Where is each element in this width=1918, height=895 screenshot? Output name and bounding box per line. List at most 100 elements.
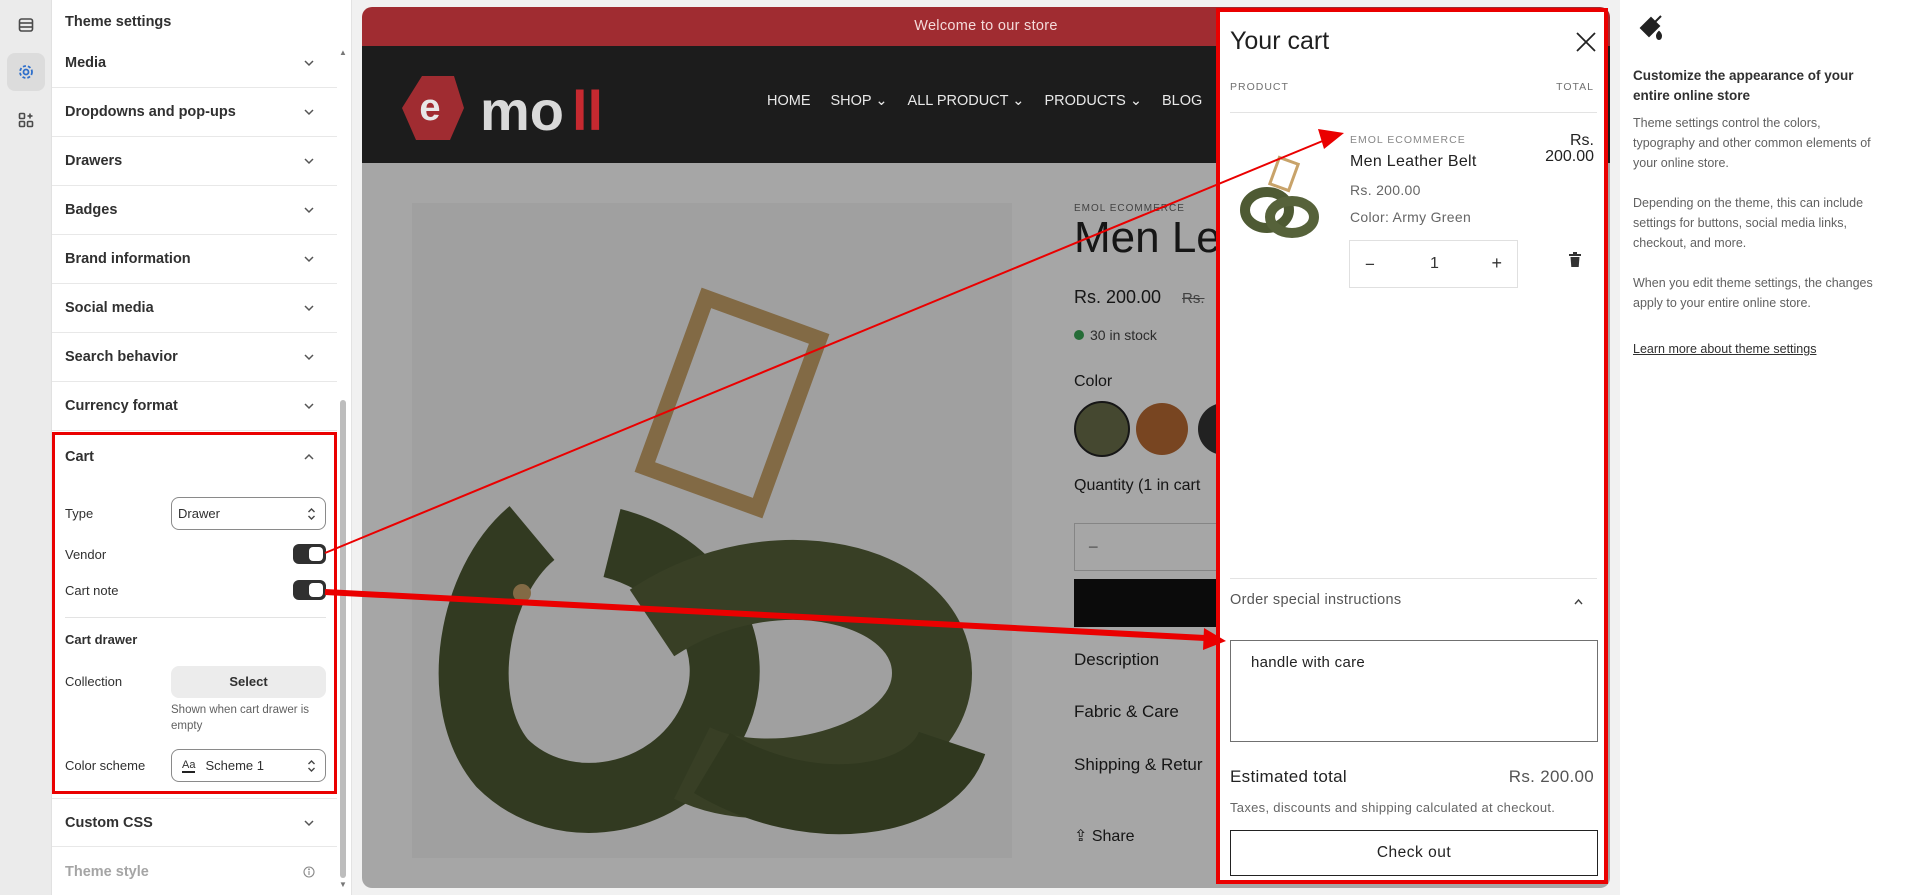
accordion-label: Brand information (65, 251, 191, 267)
cart-drawer-heading: Cart drawer (65, 632, 138, 647)
accordion-search-behavior[interactable]: Search behavior (52, 333, 337, 382)
info-paragraph-2: Depending on the theme, this can include… (1633, 196, 1864, 250)
scroll-down-arrow[interactable]: ▼ (339, 880, 347, 889)
accordion-label: Drawers (65, 153, 123, 169)
chevron-down-icon (304, 403, 314, 410)
estimated-total-value: Rs. 200.00 (1508, 767, 1594, 786)
apps-icon[interactable] (7, 101, 45, 139)
color-scheme-select[interactable]: Aa Scheme 1 (171, 749, 326, 782)
column-product: PRODUCT (1230, 81, 1289, 93)
color-scheme-label: Color scheme (65, 758, 146, 773)
info-panel: Customize the appearance of your entire … (1620, 0, 1918, 895)
close-icon[interactable] (1575, 31, 1597, 53)
cart-item-color: Color: Army Green (1350, 209, 1472, 225)
collection-label: Collection (65, 674, 123, 689)
sections-icon[interactable] (7, 6, 45, 44)
nav-home[interactable]: HOME (767, 93, 811, 109)
cart-drawer: Your cart PRODUCT TOTAL EMOL ECOMMERCE M… (1216, 8, 1608, 884)
svg-text:mo: mo (480, 79, 564, 142)
cart-item-name[interactable]: Men Leather Belt (1350, 153, 1477, 171)
accordion-label: Custom CSS (65, 814, 153, 831)
minus-icon[interactable]: − (1365, 255, 1375, 275)
plus-icon[interactable]: + (1491, 253, 1502, 274)
info-icon (303, 865, 315, 878)
store-logo[interactable]: e mo ll (392, 68, 632, 148)
accordion-label: Theme style (65, 863, 149, 880)
select-updown-icon (308, 760, 315, 772)
main-nav: HOME SHOP ⌄ ALL PRODUCT ⌄ PRODUCTS ⌄ BLO… (767, 93, 1202, 109)
learn-more-link[interactable]: Learn more about theme settings (1633, 342, 1816, 356)
svg-text:e: e (419, 87, 440, 129)
special-instructions-toggle[interactable]: Order special instructions (1230, 592, 1401, 608)
total-line1: Rs. (1570, 132, 1594, 149)
nav-label: SHOP (830, 93, 872, 109)
cart-note-toggle[interactable] (293, 580, 326, 600)
scheme-swatch-icon: Aa (182, 758, 196, 773)
scroll-up-arrow[interactable]: ▲ (339, 48, 347, 57)
theme-settings-gear-icon[interactable] (7, 53, 45, 91)
accordion-cart[interactable]: Cart (52, 432, 337, 481)
accordion-theme-style[interactable]: Theme style (52, 847, 337, 895)
cart-note-textarea[interactable]: handle with care (1230, 640, 1598, 742)
cart-item-vendor: EMOL ECOMMERCE (1350, 134, 1466, 146)
select-updown-icon (308, 508, 315, 520)
accordion-label: Social media (65, 300, 154, 316)
accordion-custom-css[interactable]: Custom CSS (52, 798, 337, 847)
accordion-badges[interactable]: Badges (52, 186, 337, 235)
nav-label: ALL PRODUCT (907, 93, 1009, 109)
quantity-stepper: 1 − + (1349, 240, 1518, 288)
accordion-label: Dropdowns and pop-ups (65, 104, 236, 120)
info-paragraph-1: Theme settings control the colors, typog… (1633, 116, 1871, 170)
accordion-social-media[interactable]: Social media (52, 284, 337, 333)
select-value: Drawer (178, 506, 220, 521)
divider (1230, 578, 1597, 579)
nav-products[interactable]: PRODUCTS ⌄ (1044, 93, 1142, 109)
app-rail (0, 0, 52, 895)
vendor-toggle[interactable] (293, 544, 326, 564)
cart-note-label: Cart note (65, 583, 119, 598)
chevron-down-icon (304, 158, 314, 165)
accordion-label: Cart (65, 448, 95, 465)
collection-select-button[interactable]: Select (171, 666, 326, 698)
chevron-down-icon (304, 354, 314, 361)
nav-label: PRODUCTS (1044, 93, 1126, 109)
info-heading: Customize the appearance of your entire … (1633, 68, 1854, 103)
column-total: TOTAL (1556, 81, 1594, 93)
nav-all-product[interactable]: ALL PRODUCT ⌄ (908, 93, 1025, 109)
chevron-down-icon (304, 305, 314, 312)
chevron-up-icon (304, 453, 314, 460)
sidebar-scrollbar[interactable] (340, 400, 346, 878)
nav-blog[interactable]: BLOG (1162, 93, 1202, 109)
estimated-total-label: Estimated total (1230, 767, 1347, 786)
type-label: Type (65, 506, 94, 521)
cart-title: Your cart (1230, 27, 1330, 55)
checkout-button[interactable]: Check out (1230, 830, 1598, 876)
nav-shop[interactable]: SHOP ⌄ (831, 93, 888, 109)
chevron-down-icon: ⌄ (1129, 93, 1143, 109)
paint-bucket-icon (1639, 15, 1663, 40)
sidebar-title: Theme settings (65, 14, 172, 30)
chevron-down-icon (304, 109, 314, 116)
accordion-currency-format[interactable]: Currency format (52, 382, 337, 431)
cart-type-select[interactable]: Drawer (171, 497, 326, 530)
accordion-label: Currency format (65, 398, 178, 414)
accordion-label: Search behavior (65, 349, 178, 365)
divider (65, 617, 326, 618)
chevron-up-icon[interactable] (1573, 597, 1584, 607)
info-paragraph-3: When you edit theme settings, the change… (1633, 276, 1873, 310)
svg-text:ll: ll (572, 79, 603, 142)
accordion-dropdowns[interactable]: Dropdowns and pop-ups (52, 88, 337, 137)
accordion-media[interactable]: Media (52, 39, 337, 88)
chevron-down-icon (304, 60, 314, 67)
tax-note: Taxes, discounts and shipping calculated… (1230, 800, 1556, 815)
accordion-drawers[interactable]: Drawers (52, 137, 337, 186)
divider (1230, 112, 1597, 113)
cart-item-thumbnail[interactable] (1232, 152, 1327, 247)
chevron-down-icon: ⌄ (875, 93, 888, 109)
vendor-label: Vendor (65, 547, 107, 562)
collection-help-text: Shown when cart drawer is empty (171, 704, 310, 732)
trash-icon[interactable] (1568, 252, 1582, 268)
cart-settings-section: Cart Type Drawer Vendor Cart note Cart d… (52, 432, 337, 800)
accordion-brand-information[interactable]: Brand information (52, 235, 337, 284)
total-line2: 200.00 (1545, 148, 1594, 165)
